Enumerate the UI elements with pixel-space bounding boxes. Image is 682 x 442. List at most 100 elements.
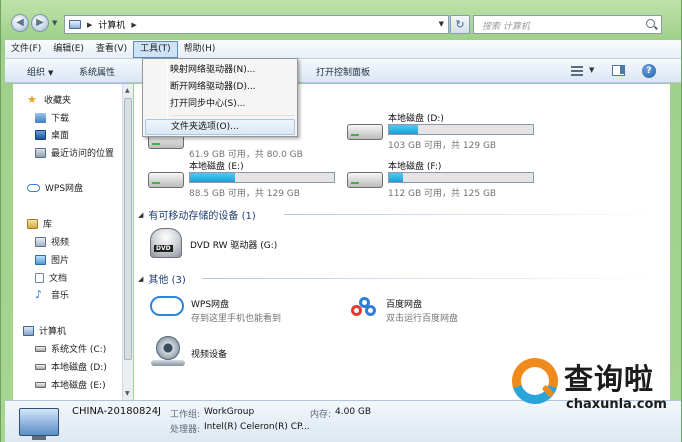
scroll-up-icon[interactable]: ▲ bbox=[125, 87, 130, 94]
forward-arrow-icon[interactable]: ▶ bbox=[31, 14, 49, 32]
drive-e-item[interactable]: 本地磁盘 (E:) 88.5 GB 可用，共 129 GB bbox=[148, 159, 348, 199]
nav-label: 图片 bbox=[51, 256, 70, 266]
nav-drive-c[interactable]: 系统文件 (C:) bbox=[35, 341, 106, 356]
wps-cloud-title[interactable]: WPS网盘 bbox=[191, 297, 229, 310]
change-view-icon[interactable] bbox=[571, 66, 583, 76]
group-removable-header[interactable]: ◢ 有可移动存储的设备 (1) bbox=[138, 207, 256, 223]
video-device-title[interactable]: 视频设备 bbox=[191, 347, 227, 360]
nav-music[interactable]: ♪ 音乐 bbox=[35, 287, 69, 302]
video-library-icon bbox=[35, 236, 46, 247]
view-options-chevron-icon[interactable]: ▼ bbox=[589, 66, 594, 74]
nav-label: WPS网盘 bbox=[45, 184, 84, 194]
command-bar: 组织 ▼ 系统属性 打开控制面板 ▼ ? bbox=[5, 59, 681, 83]
scrollbar-thumb[interactable] bbox=[124, 98, 132, 360]
refresh-icon[interactable]: ↻ bbox=[450, 15, 470, 34]
help-icon[interactable]: ? bbox=[642, 64, 656, 78]
menu-separator bbox=[171, 115, 295, 116]
nav-label: 文档 bbox=[49, 274, 68, 284]
hard-drive-icon bbox=[148, 172, 184, 188]
breadcrumb-separator-icon[interactable]: ▶ bbox=[87, 21, 92, 29]
nav-libraries[interactable]: 库 bbox=[27, 216, 52, 231]
nav-label: 系统文件 (C:) bbox=[51, 345, 107, 355]
system-properties-button[interactable]: 系统属性 bbox=[79, 65, 115, 78]
address-dropdown-icon[interactable]: ▼ bbox=[439, 20, 444, 28]
watermark-chinese: 查询啦 bbox=[564, 362, 655, 396]
menu-map-network-drive[interactable]: 映射网络驱动器(N)... bbox=[145, 62, 295, 78]
baidu-netdisk-icon[interactable] bbox=[351, 297, 377, 319]
nav-recent-places[interactable]: 最近访问的位置 bbox=[35, 145, 114, 160]
drive-f-usage-fill bbox=[389, 173, 404, 182]
breadcrumb-computer[interactable]: 计算机 bbox=[98, 18, 125, 31]
nav-computer[interactable]: 计算机 bbox=[13, 323, 66, 338]
hard-drive-icon bbox=[35, 363, 46, 370]
drive-f-free-space: 112 GB 可用，共 125 GB bbox=[388, 189, 497, 199]
recent-pages-chevron-icon[interactable]: ▼ bbox=[52, 19, 57, 27]
scroll-down-icon[interactable]: ▼ bbox=[125, 390, 130, 397]
dvd-drive-icon[interactable]: DVD bbox=[150, 228, 182, 258]
pictures-library-icon bbox=[35, 254, 46, 265]
nav-label: 音乐 bbox=[51, 291, 70, 301]
nav-wps-cloud[interactable]: WPS网盘 bbox=[27, 180, 83, 195]
search-placeholder: 搜索 计算机 bbox=[482, 22, 530, 32]
drive-e-usage-fill bbox=[190, 173, 235, 182]
menu-view[interactable]: 查看(V) bbox=[90, 41, 133, 58]
menu-folder-options[interactable]: 文件夹选项(O)... bbox=[145, 119, 295, 135]
collapse-arrow-icon[interactable]: ◢ bbox=[138, 275, 143, 283]
hard-drive-icon bbox=[347, 124, 383, 140]
nav-pictures[interactable]: 图片 bbox=[35, 252, 69, 267]
address-bar[interactable]: ▶ 计算机 ▶ ▼ bbox=[64, 15, 449, 34]
drive-d-usage-fill bbox=[389, 125, 418, 134]
drive-d-free-space: 103 GB 可用，共 129 GB bbox=[388, 141, 497, 151]
computer-monitor-icon bbox=[19, 408, 59, 440]
nav-downloads[interactable]: 下载 bbox=[35, 110, 69, 125]
organize-button[interactable]: 组织 ▼ bbox=[27, 65, 53, 78]
preview-pane-icon[interactable] bbox=[612, 65, 625, 76]
group-removable-label: 有可移动存储的设备 (1) bbox=[148, 211, 256, 222]
hard-drive-icon bbox=[35, 345, 46, 352]
nav-documents[interactable]: 文档 bbox=[35, 270, 67, 285]
processor-label: 处理器: bbox=[170, 425, 201, 435]
group-other-label: 其他 (3) bbox=[148, 275, 186, 286]
workgroup-value: WorkGroup bbox=[204, 407, 255, 417]
nav-videos[interactable]: 视频 bbox=[35, 234, 69, 249]
open-control-panel-button[interactable]: 打开控制面板 bbox=[316, 65, 370, 78]
downloads-folder-icon bbox=[35, 112, 46, 123]
menu-help[interactable]: 帮助(H) bbox=[178, 41, 222, 58]
drive-e-name: 本地磁盘 (E:) bbox=[189, 162, 244, 172]
group-other-header[interactable]: ◢ 其他 (3) bbox=[138, 271, 186, 287]
back-arrow-icon[interactable]: ◀ bbox=[11, 14, 29, 32]
computer-name: CHINA-20180824J bbox=[72, 406, 162, 417]
menu-tools[interactable]: 工具(T) bbox=[133, 40, 178, 58]
chaxunla-logo-icon bbox=[512, 358, 558, 404]
webcam-icon[interactable] bbox=[156, 336, 180, 360]
drive-f-name: 本地磁盘 (F:) bbox=[388, 162, 442, 172]
music-note-icon: ♪ bbox=[35, 287, 43, 301]
drive-d-usage-bar bbox=[388, 124, 534, 135]
wps-cloud-subtitle: 存到这里手机也能看到 bbox=[191, 314, 282, 324]
nav-label: 本地磁盘 (E:) bbox=[51, 381, 106, 391]
nav-favorites[interactable]: ★ 收藏夹 bbox=[27, 92, 71, 107]
search-icon[interactable] bbox=[646, 19, 655, 28]
baidu-netdisk-title[interactable]: 百度网盘 bbox=[386, 297, 422, 310]
menu-edit[interactable]: 编辑(E) bbox=[47, 41, 90, 58]
explorer-window: ◀ ▶ ▼ ▶ 计算机 ▶ ▼ ↻ 搜索 计算机 文件(F) 编辑(E) 查看(… bbox=[0, 0, 682, 442]
menu-open-sync-center[interactable]: 打开同步中心(S)... bbox=[145, 96, 295, 112]
wps-cloud-icon[interactable] bbox=[150, 296, 184, 316]
navigation-scrollbar[interactable]: ▲ ▼ bbox=[122, 84, 133, 400]
menu-file[interactable]: 文件(F) bbox=[5, 41, 47, 58]
search-input[interactable]: 搜索 计算机 bbox=[473, 15, 662, 34]
menu-disconnect-network-drive[interactable]: 断开网络驱动器(D)... bbox=[145, 79, 295, 95]
nav-drive-d[interactable]: 本地磁盘 (D:) bbox=[35, 359, 107, 374]
drive-e-usage-bar bbox=[189, 172, 335, 183]
navigation-pane: ★ 收藏夹 下载 桌面 最近访问的位置 WPS网盘 库 视频 图片 文档 ♪ 音乐 bbox=[13, 84, 122, 400]
site-watermark: 查询啦 chaxunla.com bbox=[506, 352, 678, 424]
drive-d-item[interactable]: 本地磁盘 (D:) 103 GB 可用，共 129 GB bbox=[347, 111, 547, 151]
drive-f-item[interactable]: 本地磁盘 (F:) 112 GB 可用，共 125 GB bbox=[347, 159, 547, 199]
breadcrumb-chevron-icon[interactable]: ▶ bbox=[131, 21, 136, 29]
menu-bar: 文件(F) 编辑(E) 查看(V) 工具(T) 帮助(H) bbox=[5, 40, 681, 59]
nav-desktop[interactable]: 桌面 bbox=[35, 127, 69, 142]
cloud-icon bbox=[27, 183, 40, 192]
nav-drive-e[interactable]: 本地磁盘 (E:) bbox=[35, 377, 106, 392]
collapse-arrow-icon[interactable]: ◢ bbox=[138, 211, 143, 219]
dvd-drive-label[interactable]: DVD RW 驱动器 (G:) bbox=[190, 238, 277, 251]
